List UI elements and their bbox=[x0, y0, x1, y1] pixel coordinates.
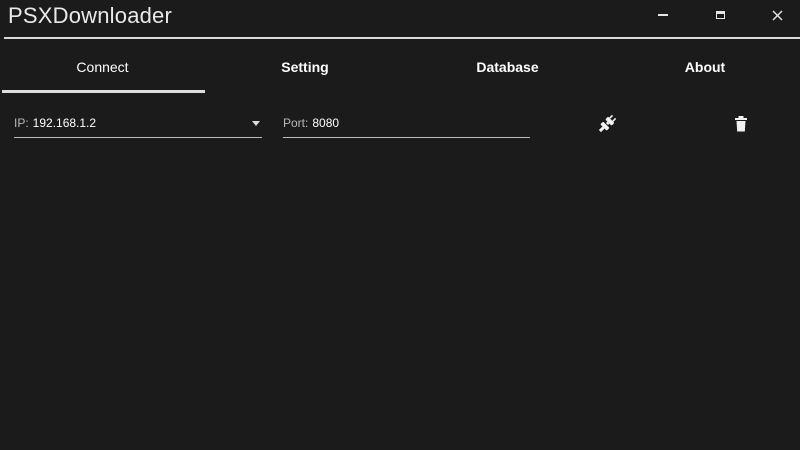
close-button[interactable] bbox=[754, 0, 800, 30]
dropdown-arrow-icon[interactable] bbox=[252, 121, 260, 126]
maximize-button[interactable] bbox=[697, 0, 743, 30]
ip-value: 192.168.1.2 bbox=[32, 115, 97, 130]
tab-database[interactable]: Database bbox=[405, 39, 610, 95]
trash-icon bbox=[735, 116, 747, 132]
tab-setting-label: Setting bbox=[281, 59, 329, 75]
tab-setting[interactable]: Setting bbox=[205, 39, 405, 95]
tab-database-label: Database bbox=[476, 59, 539, 75]
minimize-button[interactable] bbox=[640, 0, 686, 30]
tab-connect-label: Connect bbox=[76, 59, 129, 75]
tab-bar: Connect Setting Database About bbox=[0, 39, 800, 95]
delete-button[interactable] bbox=[729, 112, 753, 136]
connect-button[interactable] bbox=[595, 112, 619, 136]
ip-label: IP: bbox=[14, 115, 29, 130]
app-window: PSXDownloader Connect Setting Database A… bbox=[0, 0, 800, 450]
title-bar: PSXDownloader bbox=[0, 0, 800, 36]
ip-select[interactable]: IP: 192.168.1.2 bbox=[14, 108, 262, 138]
close-icon bbox=[772, 10, 782, 20]
tab-about-label: About bbox=[684, 59, 726, 75]
port-label: Port: bbox=[283, 115, 309, 130]
tab-about[interactable]: About bbox=[610, 39, 800, 95]
active-tab-indicator bbox=[2, 90, 205, 93]
port-input[interactable]: Port: 8080 bbox=[283, 108, 530, 138]
plug-icon bbox=[598, 114, 617, 133]
content-area bbox=[0, 150, 800, 450]
minimize-icon bbox=[658, 14, 668, 16]
app-title: PSXDownloader bbox=[8, 3, 173, 28]
tab-connect[interactable]: Connect bbox=[0, 39, 205, 95]
port-value: 8080 bbox=[312, 115, 340, 130]
maximize-icon bbox=[715, 11, 725, 19]
